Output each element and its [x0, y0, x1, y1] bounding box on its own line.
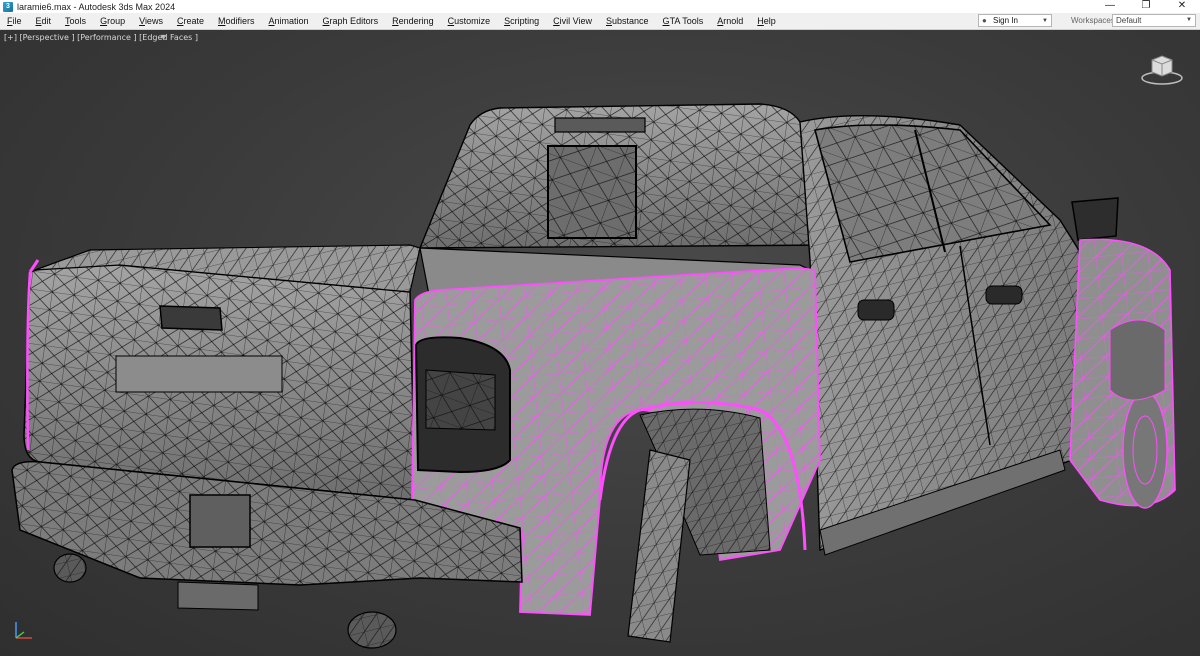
minimize-button[interactable]: — — [1092, 0, 1128, 13]
brake-light — [554, 117, 646, 133]
rear-wheel-well — [627, 408, 771, 643]
door-handle-rear — [857, 299, 895, 321]
chevron-down-icon: ▼ — [1042, 17, 1048, 24]
app-icon: 3 — [3, 1, 13, 12]
menu-help[interactable]: Help — [750, 13, 783, 29]
truck-wireframe-model[interactable] — [0, 30, 1200, 656]
tailgate-badge — [115, 355, 283, 393]
menu-list: File Edit Tools Group Views Create Modif… — [0, 13, 783, 29]
menu-animation[interactable]: Animation — [261, 13, 315, 29]
window-title: laramie6.max - Autodesk 3ds Max 2024 — [17, 1, 176, 12]
title-bar: 3 laramie6.max - Autodesk 3ds Max 2024 —… — [0, 0, 1200, 14]
axis-tripod-icon — [15, 622, 32, 639]
tow-hitch — [177, 581, 259, 611]
workspace-value: Default — [1116, 16, 1142, 25]
menu-arnold[interactable]: Arnold — [710, 13, 750, 29]
door-handle-front — [985, 285, 1023, 305]
menu-views[interactable]: Views — [132, 13, 170, 29]
menu-create[interactable]: Create — [170, 13, 211, 29]
menu-edit[interactable]: Edit — [29, 13, 59, 29]
menu-modifiers[interactable]: Modifiers — [211, 13, 262, 29]
perspective-viewport[interactable]: [+] [Perspective ] [Performance ] [Edged… — [0, 30, 1200, 656]
user-icon: ● — [982, 15, 987, 25]
sign-in-label: Sign In — [993, 16, 1018, 25]
menu-bar: File Edit Tools Group Views Create Modif… — [0, 13, 1200, 30]
menu-civil-view[interactable]: Civil View — [546, 13, 599, 29]
menu-substance[interactable]: Substance — [599, 13, 656, 29]
license-plate-recess — [189, 494, 251, 548]
workspaces-label: Workspaces: — [1071, 16, 1118, 25]
viewport-label[interactable]: [+] [Perspective ] [Performance ] [Edged… — [4, 33, 198, 42]
viewcube-icon[interactable] — [1140, 50, 1184, 86]
tailgate — [23, 259, 416, 501]
front-wheel — [1122, 391, 1168, 509]
menu-file[interactable]: File — [0, 13, 29, 29]
menu-group[interactable]: Group — [93, 13, 132, 29]
chevron-down-icon: ▼ — [1186, 17, 1192, 23]
filter-icon[interactable]: ▼ — [159, 32, 168, 42]
menu-gta-tools[interactable]: GTA Tools — [656, 13, 711, 29]
menu-customize[interactable]: Customize — [441, 13, 498, 29]
cab-roof — [418, 103, 831, 249]
close-button[interactable]: ✕ — [1164, 0, 1200, 13]
menu-rendering[interactable]: Rendering — [385, 13, 441, 29]
workspace-select[interactable]: Default ▼ — [1112, 14, 1196, 27]
menu-scripting[interactable]: Scripting — [497, 13, 546, 29]
menu-graph-editors[interactable]: Graph Editors — [316, 13, 386, 29]
restore-button[interactable]: ❐ — [1128, 0, 1164, 13]
sign-in-dropdown[interactable]: ● Sign In ▼ — [978, 14, 1052, 27]
tail-light — [414, 336, 511, 474]
side-mirror — [1071, 197, 1119, 241]
front-fender-selected — [1069, 238, 1176, 509]
tailgate-handle — [159, 305, 223, 331]
menu-tools[interactable]: Tools — [58, 13, 93, 29]
